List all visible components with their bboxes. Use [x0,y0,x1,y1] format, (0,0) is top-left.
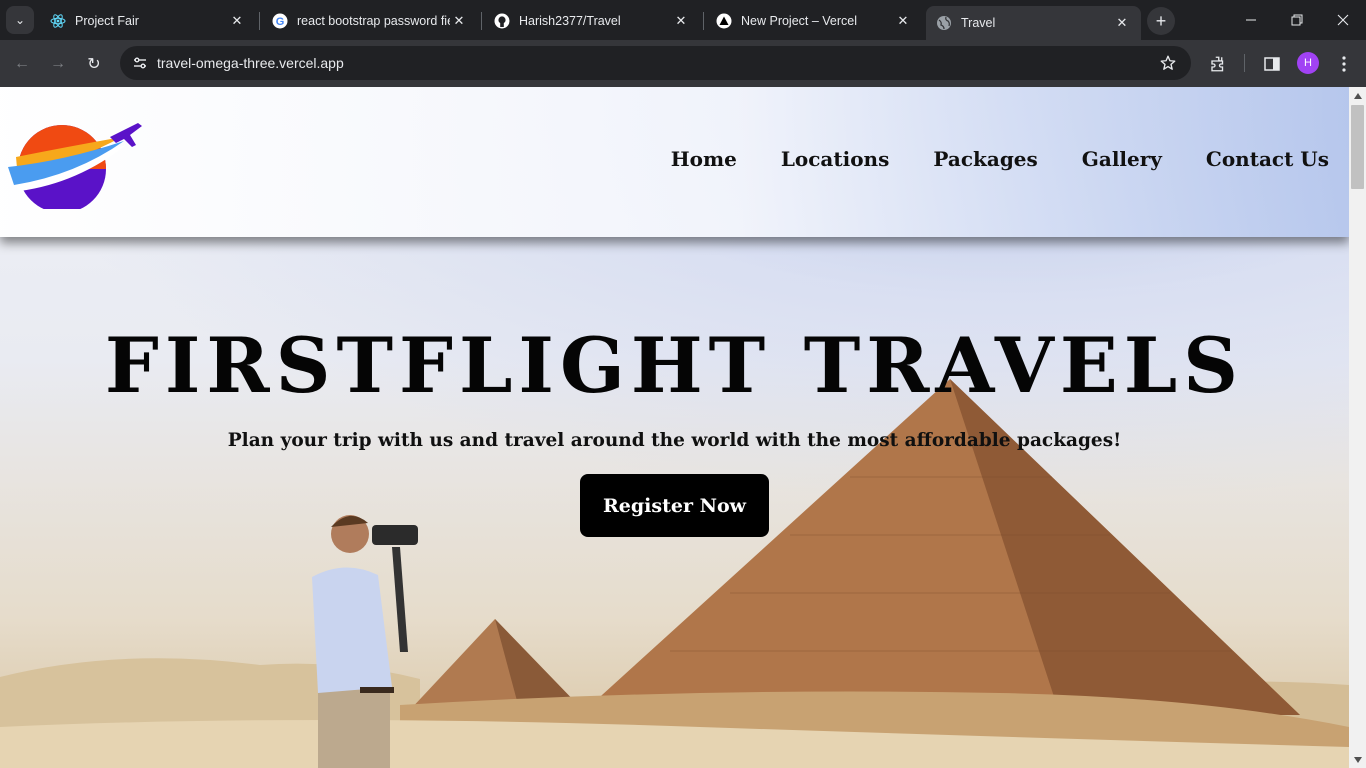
close-window-button[interactable] [1320,0,1366,40]
restore-button[interactable] [1274,0,1320,40]
restore-icon [1291,14,1303,26]
hero-title: FIRSTFLIGHT TRAVELS [104,321,1245,410]
tab-search-button[interactable]: ⌄ [6,6,34,34]
nav-packages-link[interactable]: Packages [933,147,1037,171]
close-icon[interactable]: ✕ [672,12,690,30]
tab-title: Travel [961,16,996,30]
svg-text:G: G [276,16,285,28]
firstflight-logo[interactable] [6,117,146,209]
new-tab-button[interactable]: + [1147,7,1175,35]
close-icon[interactable]: ✕ [228,12,246,30]
close-icon [1337,14,1349,26]
tab-divider [259,12,260,30]
globe-icon [936,15,952,31]
tab-vercel[interactable]: New Project – Vercel ✕ [706,6,922,36]
reload-icon: ↻ [87,56,101,73]
back-button[interactable]: ← [8,50,36,78]
page-scrollbar[interactable] [1349,87,1366,768]
url-text: travel-omega-three.vercel.app [157,55,344,71]
page-viewport: Home Locations Packages Gallery Contact … [0,87,1349,768]
minimize-icon [1246,19,1256,21]
google-icon: G [272,13,288,29]
close-icon[interactable]: ✕ [450,12,468,30]
hero-subtitle: Plan your trip with us and travel around… [227,430,1122,451]
tab-title: New Project – Vercel [741,14,858,28]
tab-title: react bootstrap password fie [297,14,450,28]
close-icon[interactable]: ✕ [894,12,912,30]
nav-contact-link[interactable]: Contact Us [1206,147,1329,171]
reload-button[interactable]: ↻ [80,50,108,78]
close-icon[interactable]: ✕ [1113,14,1131,32]
tab-divider [481,12,482,30]
profile-avatar[interactable]: H [1297,52,1319,74]
forward-button[interactable]: → [44,50,72,78]
scroll-down-arrow-icon[interactable] [1349,751,1366,768]
arrow-right-icon: → [50,55,66,72]
react-icon [50,13,66,29]
site-nav: Home Locations Packages Gallery Contact … [671,147,1329,171]
vercel-icon [716,13,732,29]
chevron-down-icon: ⌄ [14,13,26,27]
nav-gallery-link[interactable]: Gallery [1082,147,1162,171]
bookmark-star-icon[interactable] [1157,52,1179,74]
site-info-icon[interactable] [128,51,152,75]
address-bar[interactable]: travel-omega-three.vercel.app [120,46,1191,80]
scrollbar-thumb[interactable] [1351,105,1364,189]
tab-strip: ⌄ Project Fair ✕ G react bootstrap passw… [0,0,1366,40]
minimize-button[interactable] [1228,0,1274,40]
register-now-button[interactable]: Register Now [580,474,769,537]
tab-project-fair[interactable]: Project Fair ✕ [40,6,256,36]
nav-locations-link[interactable]: Locations [781,147,890,171]
scroll-up-arrow-icon[interactable] [1349,87,1366,104]
tab-github[interactable]: Harish2377/Travel ✕ [484,6,700,36]
tab-title: Harish2377/Travel [519,14,621,28]
side-panel-icon[interactable] [1260,52,1284,76]
tab-google-search[interactable]: G react bootstrap password fie ✕ [262,6,478,36]
browser-toolbar: ← → ↻ travel-omega-three.vercel.app [0,40,1366,87]
tab-title: Project Fair [75,14,139,28]
tab-travel[interactable]: Travel ✕ [926,6,1141,40]
tab-divider [703,12,704,30]
more-menu-icon[interactable] [1332,52,1356,76]
arrow-left-icon: ← [14,55,30,72]
plus-icon: + [1155,10,1167,31]
nav-home-link[interactable]: Home [671,147,737,171]
site-navbar: Home Locations Packages Gallery Contact … [0,87,1349,237]
toolbar-divider [1244,54,1245,72]
github-icon [494,13,510,29]
extensions-icon[interactable] [1206,52,1230,76]
